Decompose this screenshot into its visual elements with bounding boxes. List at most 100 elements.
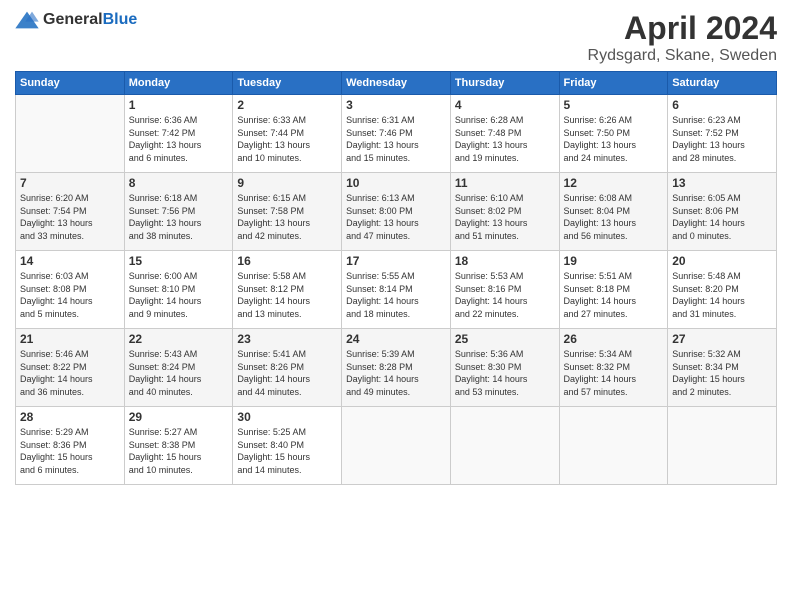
calendar-cell: 14 Sunrise: 6:03 AM Sunset: 8:08 PM Dayli…: [16, 251, 125, 329]
day-number: 27: [672, 332, 772, 346]
calendar-cell: 20Sunrise: 5:48 AM Sunset: 8:20 PM Dayli…: [668, 251, 777, 329]
calendar-cell: 13 Sunrise: 6:05 AM Sunset: 8:06 PM Dayli…: [668, 173, 777, 251]
calendar-cell: 10 Sunrise: 6:13 AM Sunset: 8:00 PM Dayli…: [342, 173, 451, 251]
day-number: 3: [346, 98, 446, 112]
day-info: Sunrise: 6:20 AM Sunset: 7:54 PM Dayligh…: [20, 192, 120, 242]
day-info: Sunrise: 5:55 AM Sunset: 8:14 PM Dayligh…: [346, 270, 446, 320]
day-info: Sunrise: 6:05 AM Sunset: 8:06 PM Dayligh…: [672, 192, 772, 242]
calendar-cell: 23Sunrise: 5:41 AM Sunset: 8:26 PM Dayli…: [233, 329, 342, 407]
day-header-monday: Monday: [124, 72, 233, 95]
day-number: 19: [564, 254, 664, 268]
day-info: Sunrise: 6:18 AM Sunset: 7:56 PM Dayligh…: [129, 192, 229, 242]
day-number: 22: [129, 332, 229, 346]
calendar-table: SundayMondayTuesdayWednesdayThursdayFrid…: [15, 71, 777, 485]
day-info: Sunrise: 6:03 AM Sunset: 8:08 PM Dayligh…: [20, 270, 120, 320]
day-number: 16: [237, 254, 337, 268]
logo-icon: [15, 10, 39, 30]
day-number: 29: [129, 410, 229, 424]
calendar-cell: 30 Sunrise: 5:25 AM Sunset: 8:40 PM Dayli…: [233, 407, 342, 485]
day-number: 15: [129, 254, 229, 268]
day-header-tuesday: Tuesday: [233, 72, 342, 95]
day-info: Sunrise: 6:13 AM Sunset: 8:00 PM Dayligh…: [346, 192, 446, 242]
calendar-header: SundayMondayTuesdayWednesdayThursdayFrid…: [16, 72, 777, 95]
day-number: 25: [455, 332, 555, 346]
calendar-body: 1 Sunrise: 6:36 AM Sunset: 7:42 PM Daylig…: [16, 95, 777, 485]
calendar-cell: 21Sunrise: 5:46 AM Sunset: 8:22 PM Dayli…: [16, 329, 125, 407]
calendar-cell: 5Sunrise: 6:26 AM Sunset: 7:50 PM Daylig…: [559, 95, 668, 173]
day-number: 1: [129, 98, 229, 112]
calendar-cell: 6 Sunrise: 6:23 AM Sunset: 7:52 PM Daylig…: [668, 95, 777, 173]
day-info: Sunrise: 6:15 AM Sunset: 7:58 PM Dayligh…: [237, 192, 337, 242]
day-header-saturday: Saturday: [668, 72, 777, 95]
day-number: 2: [237, 98, 337, 112]
week-row-2: 7Sunrise: 6:20 AM Sunset: 7:54 PM Daylig…: [16, 173, 777, 251]
day-info: Sunrise: 5:53 AM Sunset: 8:16 PM Dayligh…: [455, 270, 555, 320]
day-number: 13: [672, 176, 772, 190]
day-info: Sunrise: 5:36 AM Sunset: 8:30 PM Dayligh…: [455, 348, 555, 398]
day-number: 8: [129, 176, 229, 190]
day-info: Sunrise: 6:33 AM Sunset: 7:44 PM Dayligh…: [237, 114, 337, 164]
day-info: Sunrise: 5:43 AM Sunset: 8:24 PM Dayligh…: [129, 348, 229, 398]
day-info: Sunrise: 6:28 AM Sunset: 7:48 PM Dayligh…: [455, 114, 555, 164]
calendar-cell: 19Sunrise: 5:51 AM Sunset: 8:18 PM Dayli…: [559, 251, 668, 329]
day-header-thursday: Thursday: [450, 72, 559, 95]
week-row-4: 21Sunrise: 5:46 AM Sunset: 8:22 PM Dayli…: [16, 329, 777, 407]
day-info: Sunrise: 6:10 AM Sunset: 8:02 PM Dayligh…: [455, 192, 555, 242]
location-title: Rydsgard, Skane, Sweden: [588, 47, 777, 65]
day-header-wednesday: Wednesday: [342, 72, 451, 95]
day-number: 10: [346, 176, 446, 190]
calendar-cell: 2 Sunrise: 6:33 AM Sunset: 7:44 PM Daylig…: [233, 95, 342, 173]
day-info: Sunrise: 5:27 AM Sunset: 8:38 PM Dayligh…: [129, 426, 229, 476]
calendar-cell: 25 Sunrise: 5:36 AM Sunset: 8:30 PM Dayli…: [450, 329, 559, 407]
calendar-cell: 27 Sunrise: 5:32 AM Sunset: 8:34 PM Dayli…: [668, 329, 777, 407]
calendar-cell: 17 Sunrise: 5:55 AM Sunset: 8:14 PM Dayli…: [342, 251, 451, 329]
day-number: 6: [672, 98, 772, 112]
day-info: Sunrise: 6:31 AM Sunset: 7:46 PM Dayligh…: [346, 114, 446, 164]
calendar-cell: 18 Sunrise: 5:53 AM Sunset: 8:16 PM Dayli…: [450, 251, 559, 329]
calendar-cell: [668, 407, 777, 485]
calendar-cell: 15 Sunrise: 6:00 AM Sunset: 8:10 PM Dayli…: [124, 251, 233, 329]
day-number: 9: [237, 176, 337, 190]
day-info: Sunrise: 6:00 AM Sunset: 8:10 PM Dayligh…: [129, 270, 229, 320]
logo: GeneralBlue: [15, 10, 137, 30]
day-number: 14: [20, 254, 120, 268]
week-row-3: 14 Sunrise: 6:03 AM Sunset: 8:08 PM Dayli…: [16, 251, 777, 329]
calendar-cell: 11 Sunrise: 6:10 AM Sunset: 8:02 PM Dayli…: [450, 173, 559, 251]
calendar-cell: 16Sunrise: 5:58 AM Sunset: 8:12 PM Dayli…: [233, 251, 342, 329]
logo-text: GeneralBlue: [43, 11, 137, 29]
page-container: GeneralBlue April 2024 Rydsgard, Skane, …: [0, 0, 792, 495]
calendar-cell: 29 Sunrise: 5:27 AM Sunset: 8:38 PM Dayli…: [124, 407, 233, 485]
day-number: 12: [564, 176, 664, 190]
day-info: Sunrise: 5:48 AM Sunset: 8:20 PM Dayligh…: [672, 270, 772, 320]
calendar-cell: 28Sunrise: 5:29 AM Sunset: 8:36 PM Dayli…: [16, 407, 125, 485]
calendar-cell: [16, 95, 125, 173]
day-number: 18: [455, 254, 555, 268]
calendar-cell: 22 Sunrise: 5:43 AM Sunset: 8:24 PM Dayli…: [124, 329, 233, 407]
day-number: 17: [346, 254, 446, 268]
calendar-cell: 3 Sunrise: 6:31 AM Sunset: 7:46 PM Daylig…: [342, 95, 451, 173]
day-info: Sunrise: 6:36 AM Sunset: 7:42 PM Dayligh…: [129, 114, 229, 164]
title-block: April 2024 Rydsgard, Skane, Sweden: [588, 10, 777, 65]
calendar-cell: 7Sunrise: 6:20 AM Sunset: 7:54 PM Daylig…: [16, 173, 125, 251]
calendar-cell: [559, 407, 668, 485]
day-number: 11: [455, 176, 555, 190]
logo-blue: Blue: [103, 11, 138, 28]
day-number: 30: [237, 410, 337, 424]
calendar-cell: 9 Sunrise: 6:15 AM Sunset: 7:58 PM Daylig…: [233, 173, 342, 251]
logo-general: General: [43, 11, 103, 28]
day-info: Sunrise: 5:34 AM Sunset: 8:32 PM Dayligh…: [564, 348, 664, 398]
day-number: 24: [346, 332, 446, 346]
calendar-cell: [342, 407, 451, 485]
calendar-cell: [450, 407, 559, 485]
header-row: SundayMondayTuesdayWednesdayThursdayFrid…: [16, 72, 777, 95]
calendar-cell: 12Sunrise: 6:08 AM Sunset: 8:04 PM Dayli…: [559, 173, 668, 251]
day-number: 23: [237, 332, 337, 346]
week-row-1: 1 Sunrise: 6:36 AM Sunset: 7:42 PM Daylig…: [16, 95, 777, 173]
day-info: Sunrise: 5:25 AM Sunset: 8:40 PM Dayligh…: [237, 426, 337, 476]
header: GeneralBlue April 2024 Rydsgard, Skane, …: [15, 10, 777, 65]
day-info: Sunrise: 5:32 AM Sunset: 8:34 PM Dayligh…: [672, 348, 772, 398]
day-number: 21: [20, 332, 120, 346]
day-info: Sunrise: 6:23 AM Sunset: 7:52 PM Dayligh…: [672, 114, 772, 164]
day-info: Sunrise: 6:26 AM Sunset: 7:50 PM Dayligh…: [564, 114, 664, 164]
week-row-5: 28Sunrise: 5:29 AM Sunset: 8:36 PM Dayli…: [16, 407, 777, 485]
